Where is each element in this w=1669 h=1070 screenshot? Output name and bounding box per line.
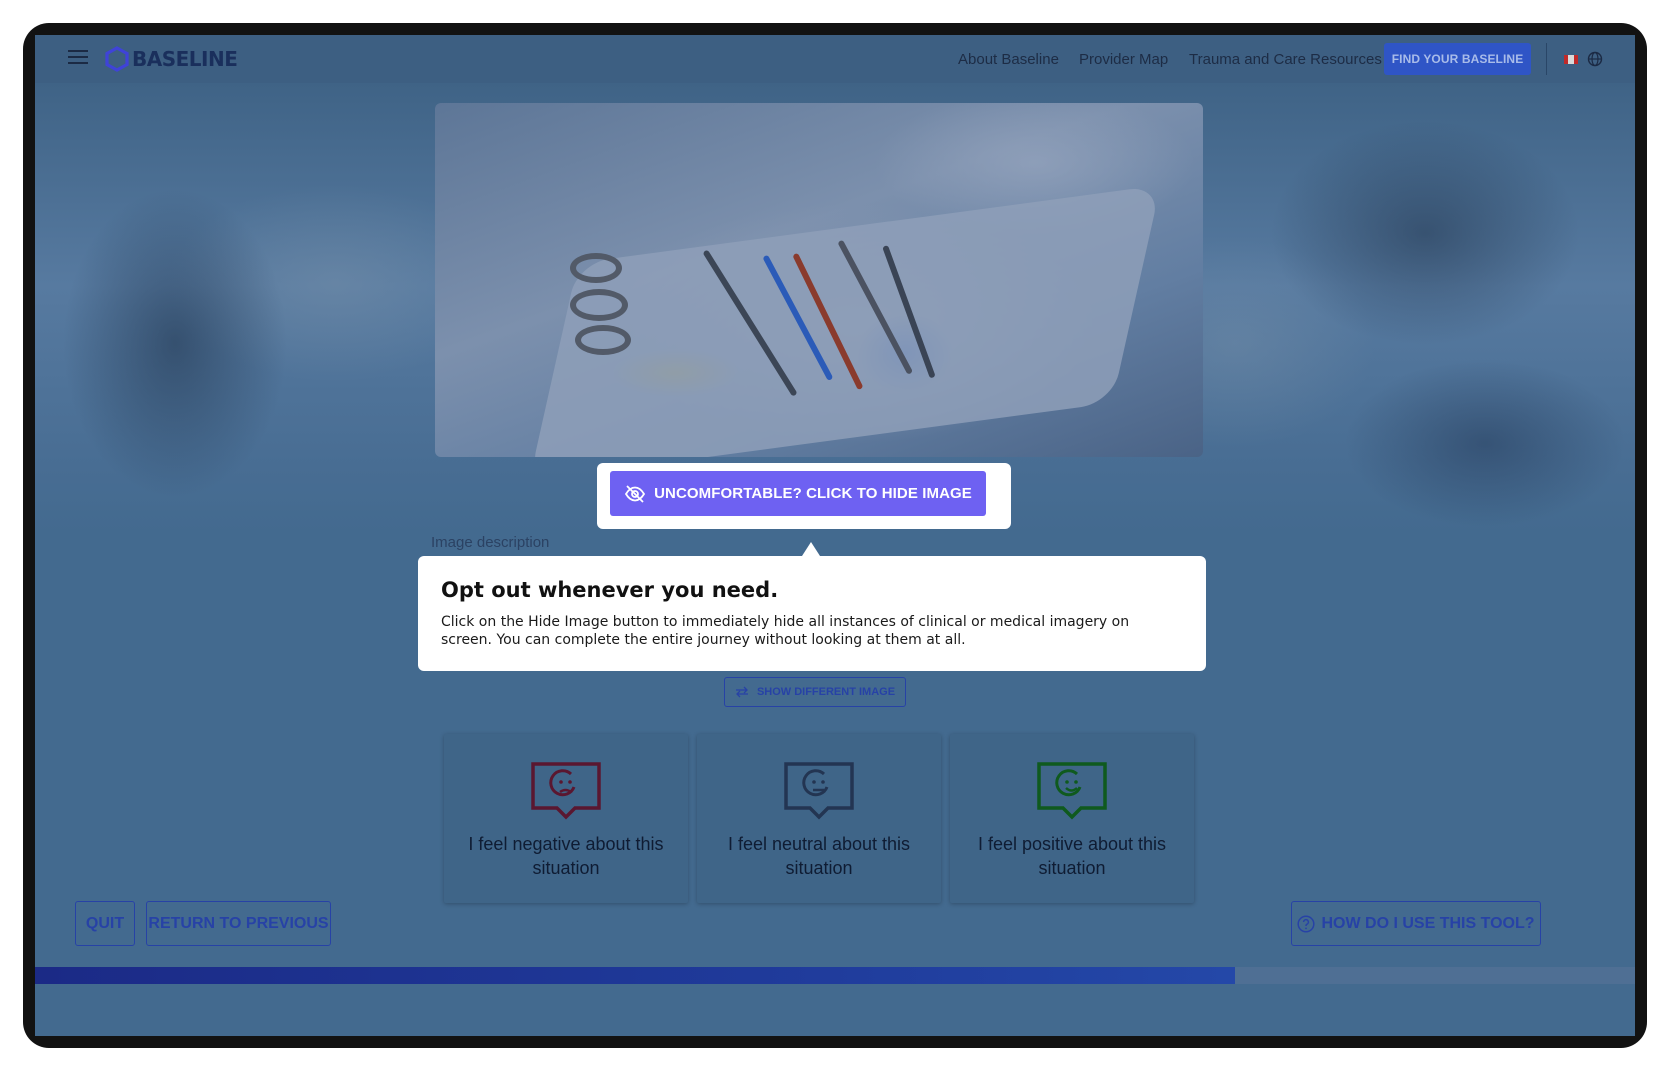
progress-bar [35, 967, 1635, 984]
help-circle-icon [1297, 914, 1316, 933]
photo-disc [575, 325, 631, 355]
neutral-feedback-icon [784, 762, 854, 820]
instrument-tray [529, 185, 1161, 457]
feeling-options: I feel negative about this situation I f… [444, 734, 1194, 903]
image-description-label[interactable]: Image description [431, 534, 549, 551]
negative-feedback-icon [531, 762, 601, 820]
swap-arrows-icon [735, 686, 748, 698]
eye-off-icon [625, 484, 646, 503]
show-different-image-button[interactable]: SHOW DIFFERENT IMAGE [724, 677, 906, 707]
logo-wordmark: BASELINE [132, 47, 238, 71]
how-to-use-button[interactable]: HOW DO I USE THIS TOOL? [1291, 901, 1541, 946]
onboarding-tooltip: Opt out whenever you need. Click on the … [418, 542, 1206, 671]
photo-disc [570, 289, 628, 321]
clinical-image [435, 103, 1203, 457]
nav-trauma-care-resources[interactable]: Trauma and Care Resources [1189, 35, 1382, 83]
hide-image-label: UNCOMFORTABLE? CLICK TO HIDE IMAGE [654, 485, 972, 502]
globe-icon[interactable] [1587, 51, 1603, 67]
canada-flag-icon[interactable] [1564, 55, 1578, 64]
positive-feedback-icon [1037, 762, 1107, 820]
show-different-image-label: SHOW DIFFERENT IMAGE [756, 686, 896, 698]
progress-fill [35, 967, 1235, 984]
nav-divider [1546, 43, 1547, 75]
hexagon-logo-icon [105, 46, 129, 72]
feeling-label-negative: I feel negative about this situation [468, 834, 664, 878]
feeling-card-positive[interactable]: I feel positive about this situation [950, 734, 1194, 903]
feeling-card-neutral[interactable]: I feel neutral about this situation [697, 734, 941, 903]
tooltip-body: Click on the Hide Image button to immedi… [441, 614, 1130, 648]
top-navigation-bar: BASELINE About Baseline Provider Map Tra… [35, 35, 1635, 83]
nav-about-baseline[interactable]: About Baseline [958, 35, 1059, 83]
hide-image-button[interactable]: UNCOMFORTABLE? CLICK TO HIDE IMAGE [610, 471, 986, 516]
feeling-label-positive: I feel positive about this situation [977, 834, 1167, 878]
tooltip-title: Opt out whenever you need. [441, 578, 779, 602]
return-to-previous-button[interactable]: RETURN TO PREVIOUS [146, 901, 331, 946]
device-frame: BASELINE About Baseline Provider Map Tra… [23, 23, 1647, 1048]
find-your-baseline-button[interactable]: FIND YOUR BASELINE [1384, 43, 1531, 75]
hamburger-menu-icon[interactable] [68, 50, 88, 66]
quit-button[interactable]: QUIT [75, 901, 135, 946]
how-to-use-label: HOW DO I USE THIS TOOL? [1321, 914, 1535, 932]
app-screen: BASELINE About Baseline Provider Map Tra… [35, 35, 1635, 1036]
feeling-card-negative[interactable]: I feel negative about this situation [444, 734, 688, 903]
photo-disc [570, 253, 622, 283]
baseline-logo[interactable]: BASELINE [105, 46, 238, 72]
nav-provider-map[interactable]: Provider Map [1079, 35, 1168, 83]
feeling-label-neutral: I feel neutral about this situation [727, 834, 911, 878]
